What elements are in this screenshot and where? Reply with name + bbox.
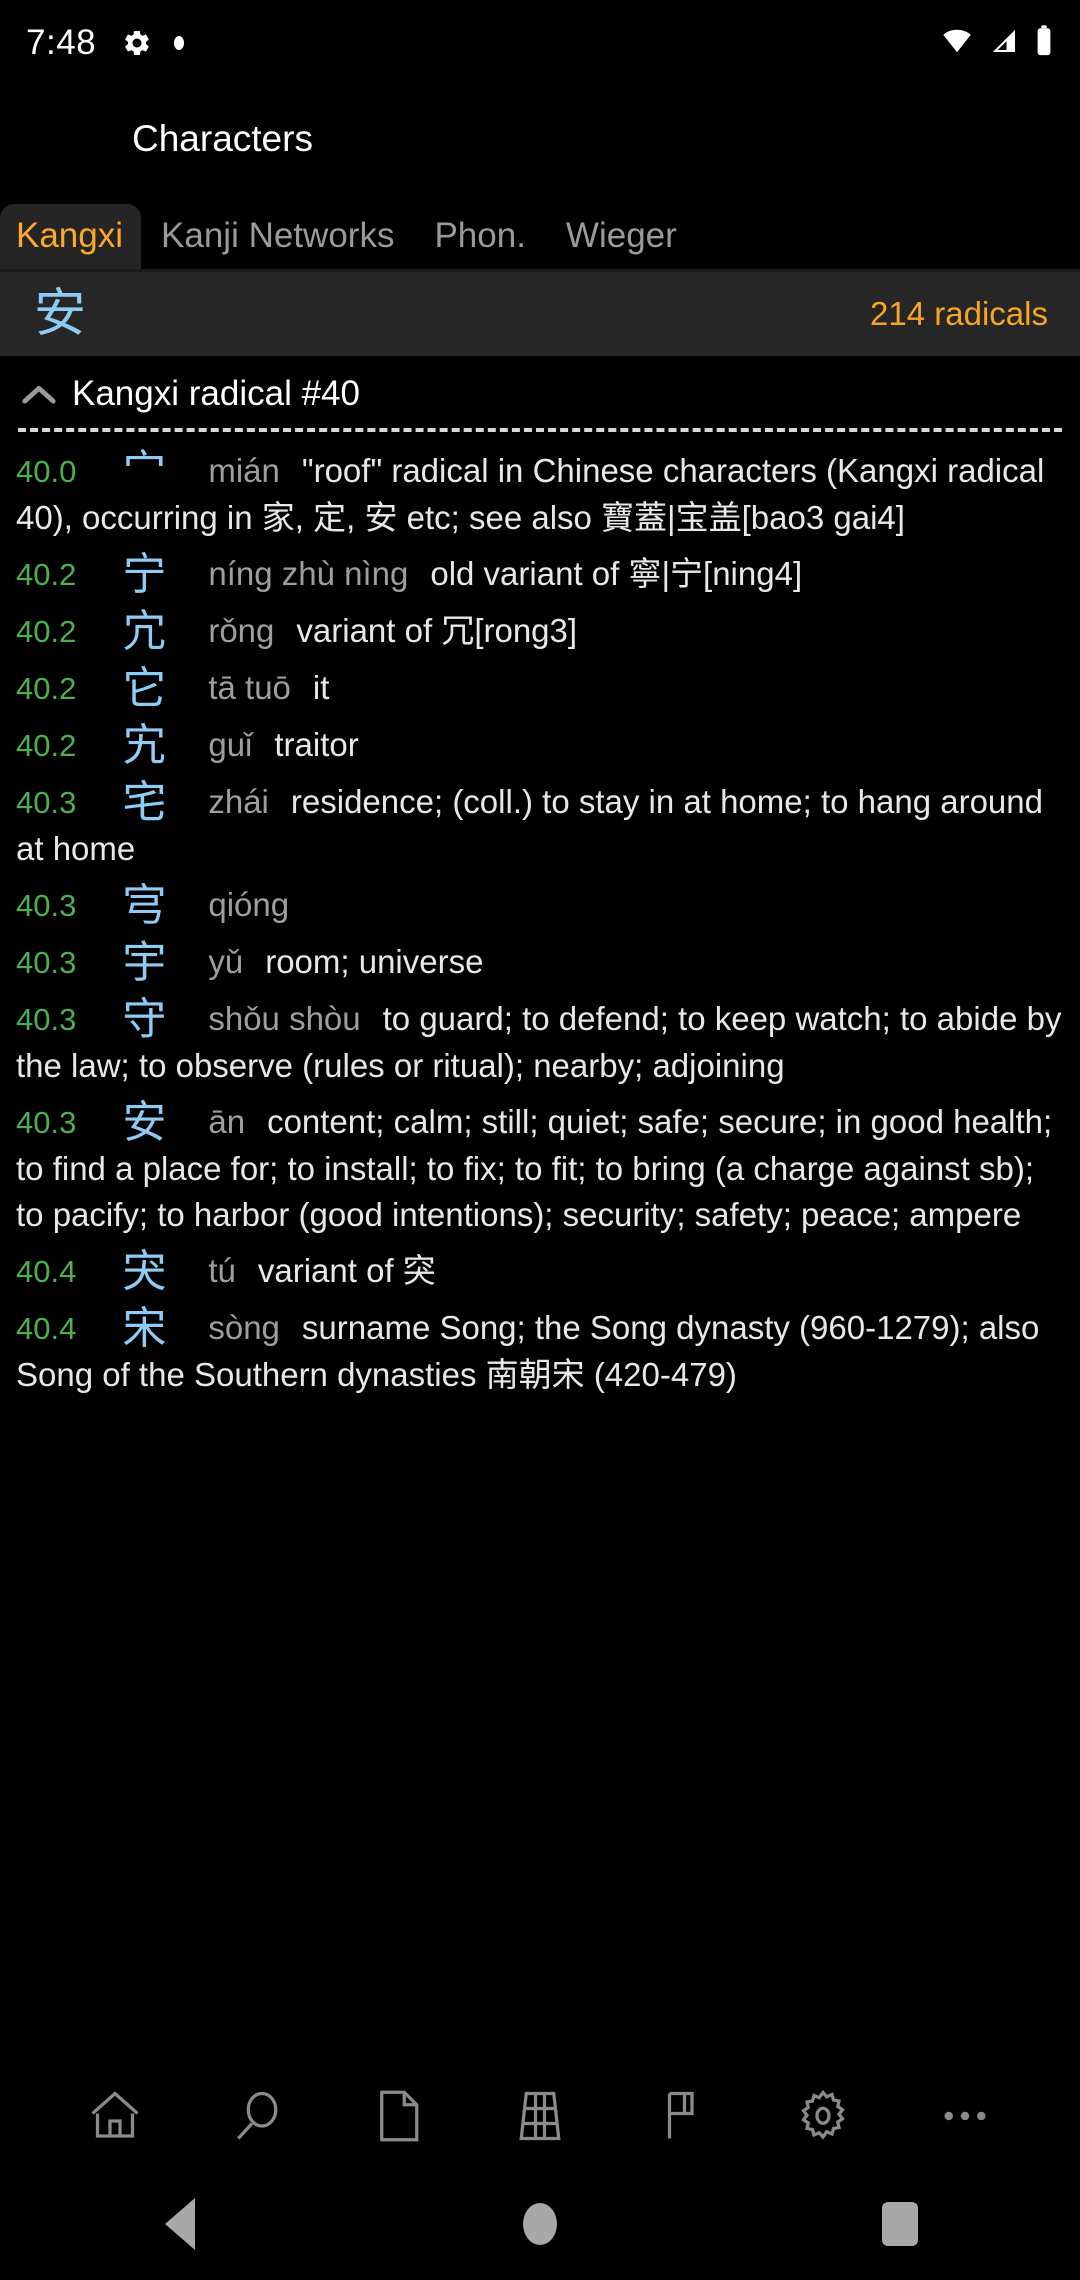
entry-pinyin: níng zhù nìng [208,555,409,592]
entry-index: 40.2 [16,728,77,763]
entry-character[interactable]: 它 [122,663,166,714]
back-icon[interactable] [120,2168,240,2280]
entry-character[interactable]: 守 [122,994,166,1045]
list-item[interactable]: 40.2 宂 rǒng variant of 冗[rong3] [16,608,1064,655]
entry-definition: to guard; to defend; to keep watch; to a… [16,1000,1062,1084]
entry-pinyin: rǒng [208,612,275,649]
entry-index: 40.2 [16,614,77,649]
entry-index: 40.4 [16,1311,77,1346]
entry-index: 40.2 [16,671,77,706]
entry-definition: it [312,669,330,706]
entry-character[interactable]: 宊 [122,1246,166,1297]
entry-character[interactable]: 宀 [122,446,166,497]
entry-character[interactable]: 安 [122,1097,166,1148]
list-item[interactable]: 40.4 宋 sòng surname Song; the Song dynasty … [16,1305,1064,1398]
entry-index: 40.3 [16,785,77,820]
entry-character[interactable]: 宄 [122,720,166,771]
entry-character[interactable]: 宇 [122,937,166,988]
more-icon[interactable] [925,2076,1005,2156]
entry-pinyin: tā tuō [208,669,291,706]
entry-pinyin: mián [208,452,280,489]
list-item[interactable]: 40.3 守 shǒu shòu to guard; to defend; to ke… [16,996,1064,1089]
entry-definition: residence; (coll.) to stay in at home; t… [16,783,1043,867]
battery-icon [1034,24,1054,63]
entry-pinyin: qióng [208,886,290,923]
entry-character[interactable]: 宂 [122,606,166,657]
entry-character[interactable]: 宁 [122,549,166,600]
list-item[interactable]: 40.2 宄 guǐ traitor [16,722,1064,769]
entry-pinyin: zhái [208,783,269,820]
radical-count-label[interactable]: 214 radicals [870,295,1048,333]
flag-icon[interactable] [642,2076,722,2156]
chevron-up-icon[interactable] [22,383,56,405]
radical-entry-list: 40.0 宀 mián "roof" radical in Chinese chara… [0,432,1080,1398]
status-bar: 7:48 [0,0,1080,86]
list-item[interactable]: 40.2 宁 níng zhù nìng old variant of 寧|宁[nin… [16,551,1064,598]
list-item[interactable]: 40.3 安 ān content; calm; still; quiet; safe… [16,1099,1064,1238]
gear-icon [122,28,152,58]
list-item[interactable]: 40.3 宅 zhái residence; (coll.) to stay in a… [16,779,1064,872]
home-icon[interactable] [75,2076,155,2156]
app-root: 7:48 Characters Kangxi Kanji Networks Ph [0,0,1080,2280]
entry-index: 40.0 [16,454,77,489]
list-item[interactable]: 40.3 宆 qióng [16,882,1064,929]
tab-bar: Kangxi Kanji Networks Phon. Wieger [0,191,1080,269]
table-icon[interactable] [500,2076,580,2156]
entry-character[interactable]: 宅 [122,777,166,828]
entry-definition: old variant of 寧|宁[ning4] [430,555,803,592]
entry-index: 40.3 [16,945,77,980]
status-bar-system-icons [940,24,1054,63]
list-item[interactable]: 40.2 它 tā tuō it [16,665,1064,712]
entry-pinyin: yǔ [208,943,244,980]
tab-kangxi[interactable]: Kangxi [0,204,142,269]
list-item[interactable]: 40.3 宇 yǔ room; universe [16,939,1064,986]
wifi-icon [940,26,974,61]
entry-definition: variant of 突 [257,1252,436,1289]
entry-character[interactable]: 宆 [122,880,166,931]
tab-phon[interactable]: Phon. [414,204,545,269]
entry-index: 40.3 [16,1105,77,1140]
document-icon[interactable] [358,2076,438,2156]
tab-wieger[interactable]: Wieger [546,204,697,269]
tab-kanji-networks[interactable]: Kanji Networks [141,204,414,269]
list-item[interactable]: 40.0 宀 mián "roof" radical in Chinese chara… [16,448,1064,541]
entry-definition: "roof" radical in Chinese characters (Ka… [16,452,1045,536]
entry-index: 40.4 [16,1254,77,1289]
entry-definition: content; calm; still; quiet; safe; secur… [16,1103,1053,1233]
entry-definition: variant of 冗[rong3] [296,612,578,649]
home-icon[interactable] [480,2168,600,2280]
current-radical-character[interactable]: 安 [34,288,86,340]
entry-pinyin: tú [208,1252,236,1289]
entry-character[interactable]: 宋 [122,1303,166,1354]
android-nav-bar [0,2168,1080,2280]
dot-icon [174,36,185,50]
cellular-signal-icon [988,26,1020,61]
section-header-label: Kangxi radical #40 [72,374,360,413]
entry-index: 40.3 [16,888,77,923]
gear-icon[interactable] [783,2076,863,2156]
status-bar-clock: 7:48 [26,23,97,62]
page-title: Characters [132,117,313,159]
recents-icon[interactable] [840,2168,960,2280]
entry-pinyin: sòng [208,1309,280,1346]
bottom-toolbar [0,2064,1080,2168]
entry-definition: surname Song; the Song dynasty (960-1279… [16,1309,1040,1393]
page-title-bar: Characters [0,86,1080,191]
entry-index: 40.2 [16,557,77,592]
entry-index: 40.3 [16,1002,77,1037]
entry-pinyin: guǐ [208,726,253,763]
entry-definition: traitor [274,726,359,763]
status-bar-notification-icons [122,28,185,58]
entry-pinyin: shǒu shòu [208,1000,361,1037]
section-header[interactable]: Kangxi radical #40 [0,356,1080,422]
entry-pinyin: ān [208,1103,246,1140]
radical-header-bar[interactable]: 安 214 radicals [0,272,1080,356]
entry-definition: room; universe [265,943,484,980]
search-icon[interactable] [217,2076,297,2156]
list-item[interactable]: 40.4 宊 tú variant of 突 [16,1248,1064,1295]
